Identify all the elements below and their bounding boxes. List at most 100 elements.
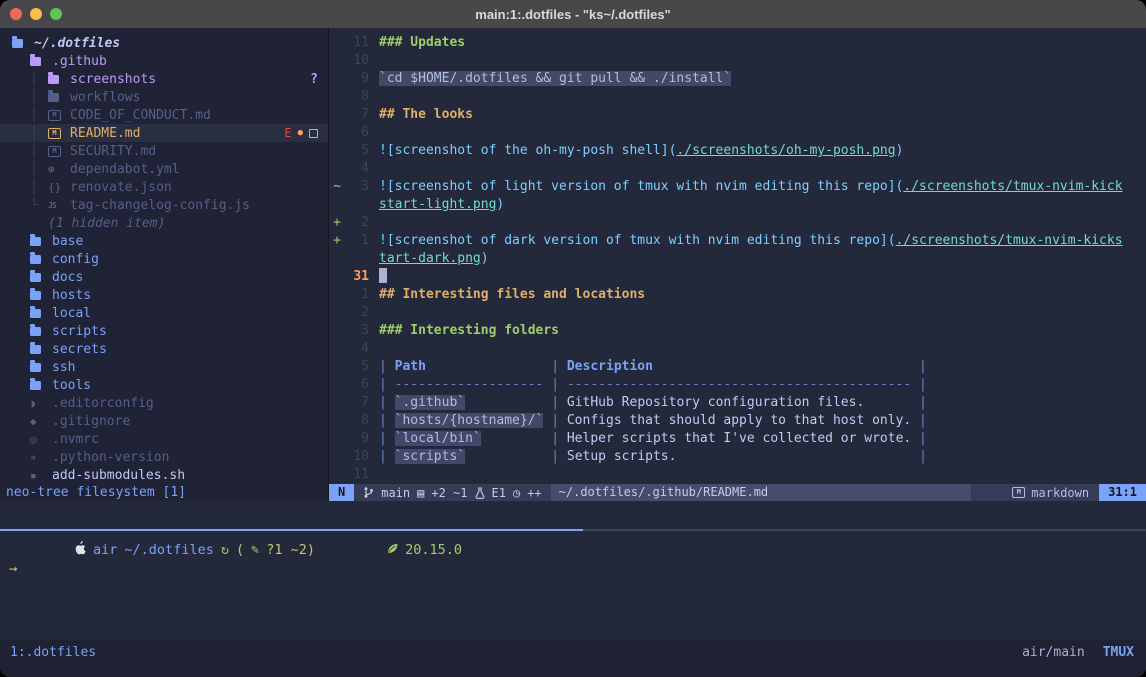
gitignore-icon: ◆ [30,415,47,428]
apple-icon [9,525,86,575]
tree-item[interactable]: ∗.python-version [0,448,328,466]
tree-item[interactable]: │MREADME.mdE● [0,124,328,142]
editor-line[interactable]: 8| `hosts/{hostname}/` | Configs that sh… [329,412,1146,430]
tree-item[interactable]: ~/.dotfiles [0,34,328,52]
status-row: neo-tree filesystem [1] N main ▤ +2 ~1 E… [0,484,1146,501]
editor-line[interactable]: 2 [329,304,1146,322]
line-number: 8 [345,412,369,430]
editor-line[interactable]: 5| Path | Description | [329,358,1146,376]
tree-item-label: (1 hidden item) [48,216,165,231]
text-segment-cy: ![screenshot of the oh-my-posh shell]( [379,143,676,158]
editor-line[interactable]: 7## The looks [329,106,1146,124]
tree-item[interactable]: └JStag-changelog-config.js [0,196,328,214]
tree-item[interactable]: .github [0,52,328,70]
editor-line[interactable]: 8 [329,88,1146,106]
gutter-sign [329,196,345,214]
text-segment-h2: ## The looks [379,107,473,122]
tree-item-label: tools [52,378,91,393]
unstaged-box-mark [309,129,318,138]
zoom-button[interactable] [50,8,62,20]
tree-item[interactable]: │MSECURITY.md [0,142,328,160]
tree-item[interactable]: (1 hidden item) [0,214,328,232]
editor-buffer: 11### Updates109`cd $HOME/.dotfiles && g… [329,28,1146,484]
line-number: 5 [345,142,369,160]
editor-text: | `scripts` | Setup scripts. | [369,448,927,466]
tree-item[interactable]: │screenshots? [0,70,328,88]
gutter-sign: + [329,214,345,232]
tree-item-label: dependabot.yml [70,162,180,177]
tree-item[interactable]: config [0,250,328,268]
tree-item[interactable]: │workflows [0,88,328,106]
tree-item-badges: ? [310,72,318,87]
tmux-status-bar: 1:.dotfiles air/main TMUX [0,640,1146,677]
tree-item-label: base [52,234,83,249]
tree-item[interactable]: secrets [0,340,328,358]
tree-item[interactable]: │{}renovate.json [0,178,328,196]
text-segment-fg: GitHub Repository configuration files. [567,395,911,410]
tree-item-label: renovate.json [70,180,172,195]
tmux-window-name[interactable]: 1:.dotfiles [10,644,96,662]
indent-guide: │ [30,162,48,177]
text-segment-tp: | [543,377,566,392]
tree-item[interactable]: docs [0,268,328,286]
editor-text: | `local/bin` | Helper scripts that I've… [369,430,927,448]
editor-line[interactable]: 5![screenshot of the oh-my-posh shell](.… [329,142,1146,160]
indent-guide: │ [30,126,48,141]
tree-item-label: SECURITY.md [70,144,156,159]
editor-line[interactable]: +1![screenshot of dark version of tmux w… [329,232,1146,250]
tree-item[interactable]: ▪add-submodules.sh [0,466,328,484]
editor-line[interactable]: ~3![screenshot of light version of tmux … [329,178,1146,196]
text-segment-tp: | [911,377,927,392]
editor-line[interactable]: 10| `scripts` | Setup scripts. | [329,448,1146,466]
editor-line[interactable]: 6 [329,124,1146,142]
text-segment-code: `scripts` [395,449,465,464]
tree-item[interactable]: hosts [0,286,328,304]
tree-item[interactable]: base [0,232,328,250]
tree-item[interactable]: local [0,304,328,322]
tree-item[interactable]: ◎.nvmrc [0,430,328,448]
tree-item[interactable]: ◆.gitignore [0,412,328,430]
gutter-sign [329,412,345,430]
folder-icon [12,39,29,48]
editor-line[interactable]: +2 [329,214,1146,232]
tree-item[interactable]: scripts [0,322,328,340]
editor-text: start-light.png) [369,196,504,214]
terminal-pane[interactable]: air ~/.dotfiles ↻ ( ✎ ?1 ~2) 20.15.0 → [0,531,1146,640]
titlebar[interactable]: main:1:.dotfiles - "ks~/.dotfiles" [0,0,1146,28]
editor-line[interactable]: 7| `.github` | GitHub Repository configu… [329,394,1146,412]
tree-item-label: scripts [52,324,107,339]
tree-item[interactable]: ◗.editorconfig [0,394,328,412]
text-segment-code: `cd $HOME/.dotfiles && git pull && ./ins… [379,71,731,86]
minimize-button[interactable] [30,8,42,20]
tree-item-label: tag-changelog-config.js [70,198,250,213]
editor-line[interactable]: 6| ------------------- | ---------------… [329,376,1146,394]
editor-line[interactable]: 11### Updates [329,34,1146,52]
tree-item[interactable]: │MCODE_OF_CONDUCT.md [0,106,328,124]
tree-item[interactable]: tools [0,376,328,394]
editor-text: ### Updates [369,34,465,52]
editor-line[interactable]: 9`cd $HOME/.dotfiles && git pull && ./in… [329,70,1146,88]
close-button[interactable] [10,8,22,20]
editor-line[interactable]: 3### Interesting folders [329,322,1146,340]
nvmrc-icon: ◎ [30,433,47,446]
tree-item[interactable]: ssh [0,358,328,376]
editor-line[interactable]: start-light.png) [329,196,1146,214]
editor-line[interactable]: 10 [329,52,1146,70]
editor-line[interactable]: 4 [329,160,1146,178]
text-segment-cy: ) [481,251,489,266]
cursor-block [379,268,387,283]
clock-icon: ◷ [513,486,520,500]
editor-line[interactable]: tart-dark.png) [329,250,1146,268]
editor-line[interactable]: 4 [329,340,1146,358]
text-segment-cy: ) [896,143,904,158]
editor-line[interactable]: 9| `local/bin` | Helper scripts that I'v… [329,430,1146,448]
editor-line[interactable]: 1## Interesting files and locations [329,286,1146,304]
error-mark: E [284,126,291,140]
editor-line[interactable]: 31 [329,268,1146,286]
editor-line[interactable]: 11 [329,466,1146,484]
tree-item-label: workflows [70,90,140,105]
node-leaf-icon [322,526,398,574]
editor-text [369,214,379,232]
line-number: 8 [345,88,369,106]
tree-item[interactable]: │⊛dependabot.yml [0,160,328,178]
